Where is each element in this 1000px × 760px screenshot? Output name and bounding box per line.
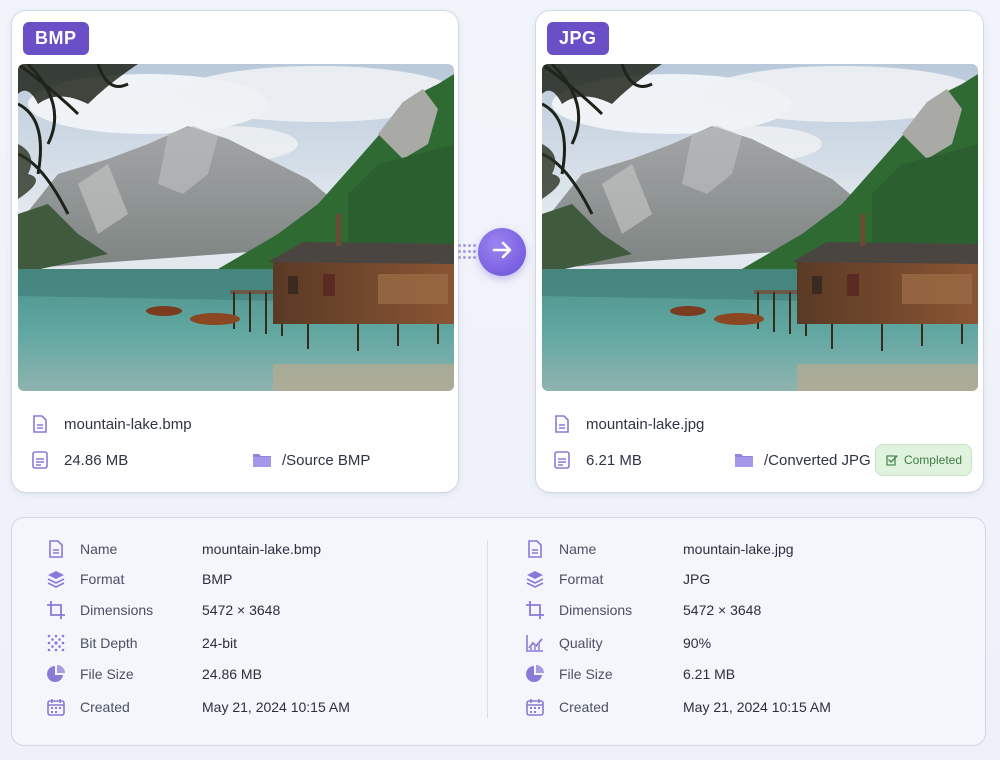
detail-value: mountain-lake.jpg [683,541,794,557]
detail-row-created: Created May 21, 2024 10:15 AM [46,696,350,718]
file-size-icon [30,450,50,470]
detail-value: BMP [202,571,233,587]
convert-arrow-connector [457,227,527,277]
target-filename: mountain-lake.jpg [586,415,705,433]
detail-row-format: Format JPG [525,568,710,590]
quality-chart-icon [525,633,545,653]
detail-label: Format [80,571,125,587]
source-format-badge: BMP [23,22,89,55]
pie-chart-icon [525,664,545,684]
layers-icon [46,569,66,589]
details-divider [487,540,488,718]
calendar-icon [525,697,545,717]
detail-label: Dimensions [559,602,633,618]
source-file-card: BMP mountain-lake.bmp 24.86 MB /Source B… [12,11,458,492]
folder-icon [734,450,754,470]
detail-label: Format [559,571,604,587]
detail-row-name: Name mountain-lake.jpg [525,538,794,560]
detail-value: May 21, 2024 10:15 AM [683,699,831,715]
pie-chart-icon [46,664,66,684]
source-filename: mountain-lake.bmp [64,415,192,433]
detail-label: Created [80,699,130,715]
detail-value: 24.86 MB [202,666,262,682]
detail-value: JPG [683,571,711,587]
detail-value: mountain-lake.bmp [202,541,322,557]
target-size-row: 6.21 MB [552,450,642,470]
target-folder-path[interactable]: /Converted JPG [764,452,871,469]
layers-icon [525,569,545,589]
detail-value: 24-bit [202,635,238,651]
connector-dots [458,244,478,260]
source-image-preview [18,64,454,391]
detail-label: File Size [80,666,134,682]
file-icon [30,414,50,434]
file-icon [46,539,66,559]
status-badge: Completed [874,444,972,476]
detail-value: 90% [683,635,712,651]
calendar-icon [46,697,66,717]
target-format-badge: JPG [547,22,609,55]
file-details-panel: Name mountain-lake.bmp Format BMP Dimens… [12,518,985,745]
source-size-row: 24.86 MB [30,450,128,470]
crop-icon [46,600,66,620]
detail-label: Created [559,699,609,715]
detail-row-name: Name mountain-lake.bmp [46,538,321,560]
detail-value: May 21, 2024 10:15 AM [202,699,350,715]
target-size: 6.21 MB [586,451,642,469]
convert-arrow-button[interactable] [478,228,526,276]
detail-row-dimensions: Dimensions 5472 × 3648 [46,599,280,621]
detail-label: Quality [559,635,603,651]
file-icon [525,539,545,559]
source-folder-path[interactable]: /Source BMP [282,452,370,469]
detail-label: Name [559,541,597,557]
detail-row-file-size: File Size 24.86 MB [46,663,262,685]
detail-value: 5472 × 3648 [202,602,281,618]
source-size: 24.86 MB [64,451,129,469]
detail-label: File Size [559,666,613,682]
file-size-icon [552,450,572,470]
check-icon [885,453,899,467]
target-file-card: JPG mountain-lake.jpg 6.21 MB /Converted… [536,11,983,492]
crop-icon [525,600,545,620]
detail-value: 6.21 MB [683,666,736,682]
target-filename-row: mountain-lake.jpg [552,414,704,434]
dots-grid-icon [46,633,66,653]
detail-label: Dimensions [80,602,154,618]
detail-row-created: Created May 21, 2024 10:15 AM [525,696,831,718]
detail-label: Bit Depth [80,635,138,651]
target-image-preview [542,64,978,391]
detail-row-bit-depth: Bit Depth 24-bit [46,632,237,654]
detail-row-dimensions: Dimensions 5472 × 3648 [525,599,761,621]
folder-icon [252,450,272,470]
file-icon [552,414,572,434]
detail-label: Name [80,541,118,557]
detail-value: 5472 × 3648 [683,602,762,618]
source-filename-row: mountain-lake.bmp [30,414,192,434]
detail-row-quality: Quality 90% [525,632,711,654]
source-folder-row[interactable]: /Source BMP [252,450,370,470]
status-text: Completed [903,453,962,467]
arrow-right-icon [489,237,515,268]
detail-row-format: Format BMP [46,568,232,590]
detail-row-file-size: File Size 6.21 MB [525,663,735,685]
target-folder-row[interactable]: /Converted JPG [734,450,871,470]
